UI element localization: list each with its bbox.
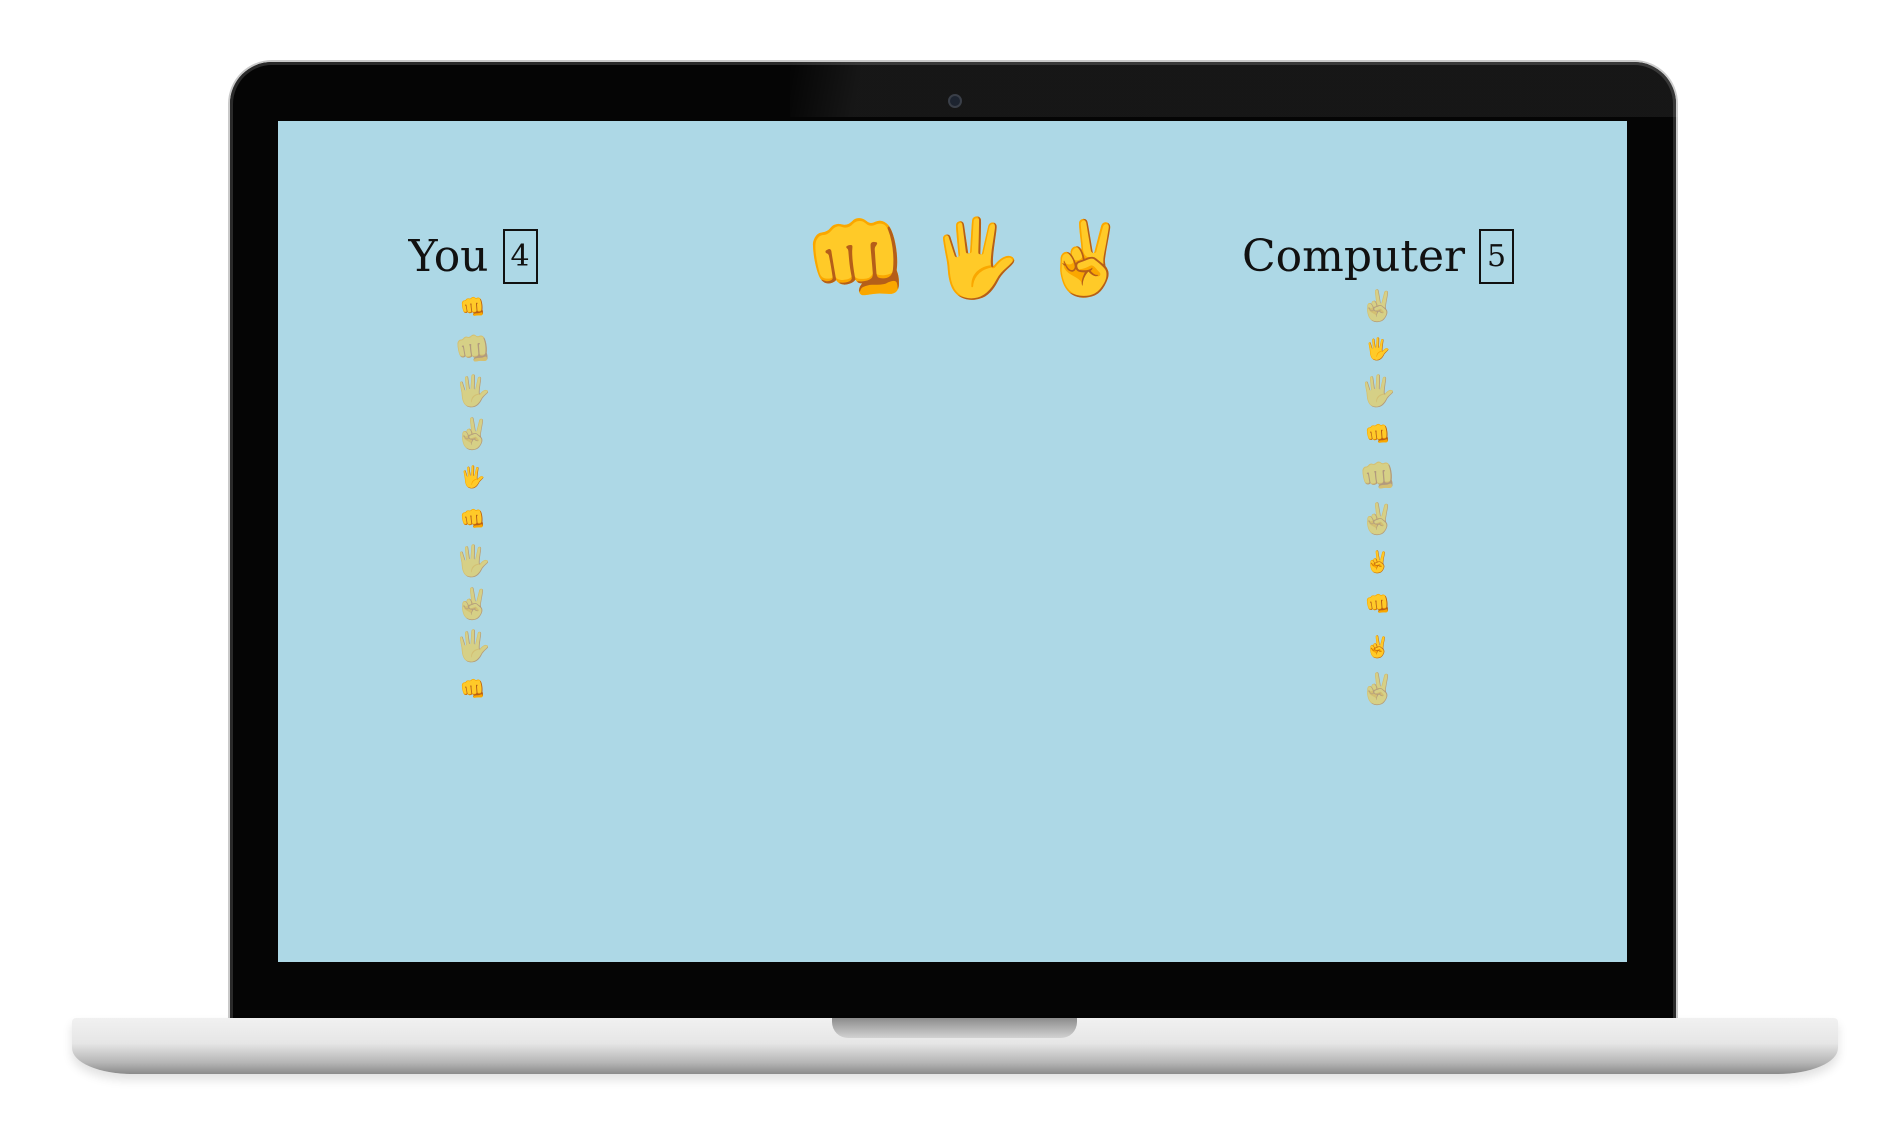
history-item: ✌ [1359, 289, 1397, 325]
history-item: ✌ [1364, 634, 1392, 659]
player-label: You [408, 231, 489, 282]
paper-button[interactable]: 🖐 [928, 221, 1023, 297]
fist-icon: 👊 [803, 211, 911, 307]
history-item: 👊 [459, 677, 487, 702]
player-header: You 4 [408, 229, 538, 284]
history-item: 👊 [459, 507, 487, 532]
history-item: 🖐 [454, 544, 492, 580]
hand-icon: 🖐 [928, 216, 1023, 301]
history-item: ✌ [1359, 501, 1397, 537]
player-column: You 4 👊 👊 🖐 ✌ 🖐 👊 🖐 ✌ 🖐 👊 [408, 229, 538, 711]
history-item: ✌ [1364, 549, 1392, 574]
bezel-sheen [790, 62, 1686, 117]
history-item: 🖐 [454, 374, 492, 410]
victory-hand-icon: ✌ [1040, 219, 1131, 299]
computer-history-list: ✌ 🖐 🖐 👊 👊 ✌ ✌ 👊 ✌ ✌ [1359, 286, 1396, 711]
history-item: 👊 [459, 294, 487, 319]
laptop-notch [832, 1018, 1077, 1038]
history-item: 👊 [454, 331, 492, 367]
rock-button[interactable]: 👊 [803, 216, 910, 302]
computer-score: 5 [1479, 229, 1515, 284]
game-screen: You 4 👊 👊 🖐 ✌ 🖐 👊 🖐 ✌ 🖐 👊 👊 🖐 ✌ Computer 5 ✌ 🖐 🖐 👊 👊 ✌ ✌ 👊… [278, 121, 1627, 962]
computer-label: Computer [1241, 231, 1466, 282]
computer-column: Computer 5 ✌ 🖐 🖐 👊 👊 ✌ ✌ 👊 ✌ ✌ [1242, 229, 1515, 711]
history-item: 🖐 [459, 464, 487, 489]
player-score: 4 [502, 229, 538, 284]
history-item: 🖐 [1359, 374, 1397, 410]
history-item: 👊 [1364, 592, 1392, 617]
player-history-list: 👊 👊 🖐 ✌ 🖐 👊 🖐 ✌ 🖐 👊 [454, 286, 491, 711]
history-item: ✌ [454, 586, 492, 622]
computer-header: Computer 5 [1241, 229, 1515, 284]
history-item: ✌ [454, 416, 492, 452]
history-item: ✌ [1359, 671, 1397, 707]
history-item: 👊 [1364, 422, 1392, 447]
history-item: 👊 [1359, 459, 1397, 495]
choice-buttons: 👊 🖐 ✌ [803, 216, 1130, 302]
scissors-button[interactable]: ✌ [1041, 223, 1131, 295]
history-item: 🖐 [1364, 337, 1392, 362]
webcam-icon [948, 94, 962, 108]
history-item: 🖐 [454, 629, 492, 665]
